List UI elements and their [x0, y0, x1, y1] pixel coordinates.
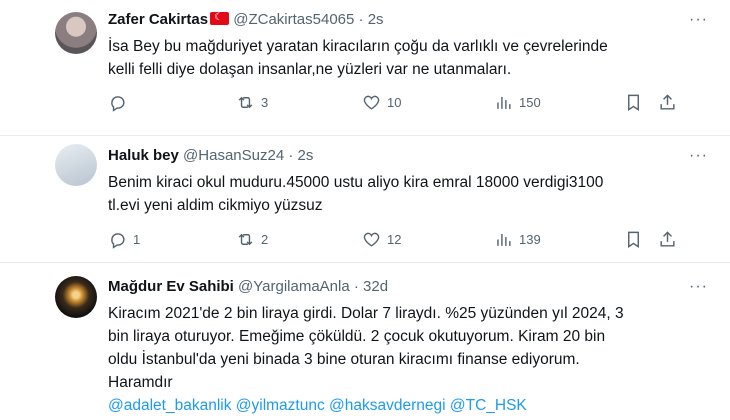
retweet-count: 3: [261, 95, 269, 110]
separator-dot: ·: [288, 147, 294, 164]
tweet-text-line: İsa Bey bu mağduriyet yaratan kiracıları…: [108, 38, 608, 55]
turkey-flag-icon: [210, 9, 230, 27]
retweet-count: 2: [261, 232, 269, 247]
tweet-actions: 1 2 12 139: [108, 230, 698, 254]
share-button[interactable]: [658, 230, 677, 249]
tweet-text-line: tl.evi yeni aldim cikmiyo yüzsuz: [108, 197, 323, 214]
reply-icon: [111, 233, 125, 249]
views-button[interactable]: 139: [494, 230, 541, 249]
tweet-text: Benim kiraci okul muduru.45000 ustu aliy…: [108, 171, 710, 217]
like-button[interactable]: 10: [362, 93, 401, 112]
separator-dot: ·: [353, 278, 359, 295]
heart-icon: [363, 232, 380, 247]
share-icon: [660, 94, 675, 110]
display-name[interactable]: Haluk bey: [108, 147, 179, 164]
tweet-text-line: Haramdır: [108, 374, 173, 391]
user-handle[interactable]: @YargilamaAnla: [238, 278, 350, 295]
mention-links[interactable]: @adalet_bakanlik @yilmaztunc @haksavdern…: [108, 394, 710, 417]
reply-button[interactable]: 1: [108, 230, 140, 249]
tweet-actions: 3 10 150: [108, 93, 698, 117]
tweet-text-line: Benim kiraci okul muduru.45000 ustu aliy…: [108, 174, 604, 191]
tweet[interactable]: Mağdur Ev Sahibi @YargilamaAnla · 32d ··…: [0, 263, 730, 420]
like-button[interactable]: 12: [362, 230, 401, 249]
retweet-icon: [238, 96, 253, 109]
bookmark-button[interactable]: [624, 93, 643, 112]
display-name[interactable]: Zafer Cakirtas: [108, 11, 208, 28]
tweet-text-line: kelli felli diye dolaşan insanlar,ne yüz…: [108, 61, 512, 78]
timestamp[interactable]: 32d: [363, 278, 388, 295]
avatar[interactable]: [55, 12, 97, 54]
views-icon: [497, 233, 511, 246]
tweet-text: İsa Bey bu mağduriyet yaratan kiracıları…: [108, 35, 710, 81]
avatar[interactable]: [55, 144, 97, 186]
retweet-button[interactable]: 2: [236, 230, 268, 249]
share-icon: [660, 231, 675, 247]
timestamp[interactable]: 2s: [368, 11, 384, 28]
tweet-header: Zafer Cakirtas @ZCakirtas54065 · 2s ···: [108, 9, 710, 31]
avatar[interactable]: [55, 276, 97, 318]
tweet-text-line: oldu İstanbul'da yeni binada 3 bine otur…: [108, 351, 580, 368]
view-count: 150: [519, 95, 541, 110]
timestamp[interactable]: 2s: [298, 147, 314, 164]
retweet-button[interactable]: 3: [236, 93, 268, 112]
bookmark-button[interactable]: [624, 230, 643, 249]
display-name[interactable]: Mağdur Ev Sahibi: [108, 278, 234, 295]
views-button[interactable]: 150: [494, 93, 541, 112]
tweet[interactable]: Haluk bey @HasanSuz24 · 2s ··· Benim kir…: [0, 136, 730, 263]
more-options-icon[interactable]: ···: [689, 276, 708, 298]
views-icon: [497, 96, 511, 109]
tweet-header: Mağdur Ev Sahibi @YargilamaAnla · 32d ··…: [108, 276, 710, 298]
reply-button[interactable]: [108, 93, 133, 112]
view-count: 139: [519, 232, 541, 247]
tweet-header: Haluk bey @HasanSuz24 · 2s ···: [108, 145, 710, 167]
more-options-icon[interactable]: ···: [689, 9, 708, 31]
reply-count: 1: [133, 232, 141, 247]
tweet-text-line: Kiracım 2021'de 2 bin liraya girdi. Dola…: [108, 305, 624, 322]
tweet-text-line: bin liraya oturuyor. Emeğime çöküldü. 2 …: [108, 328, 606, 345]
bookmark-icon: [628, 231, 639, 248]
like-count: 10: [387, 95, 402, 110]
user-handle[interactable]: @HasanSuz24: [183, 147, 284, 164]
separator-dot: ·: [358, 11, 364, 28]
user-handle[interactable]: @ZCakirtas54065: [233, 11, 354, 28]
retweet-icon: [238, 233, 253, 246]
share-button[interactable]: [658, 93, 677, 112]
more-options-icon[interactable]: ···: [689, 145, 708, 167]
like-count: 12: [387, 232, 402, 247]
heart-icon: [363, 95, 380, 110]
bookmark-icon: [628, 94, 639, 111]
reply-icon: [111, 96, 125, 112]
tweet-text: Kiracım 2021'de 2 bin liraya girdi. Dola…: [108, 302, 710, 417]
tweet[interactable]: Zafer Cakirtas @ZCakirtas54065 · 2s ··· …: [0, 0, 730, 136]
